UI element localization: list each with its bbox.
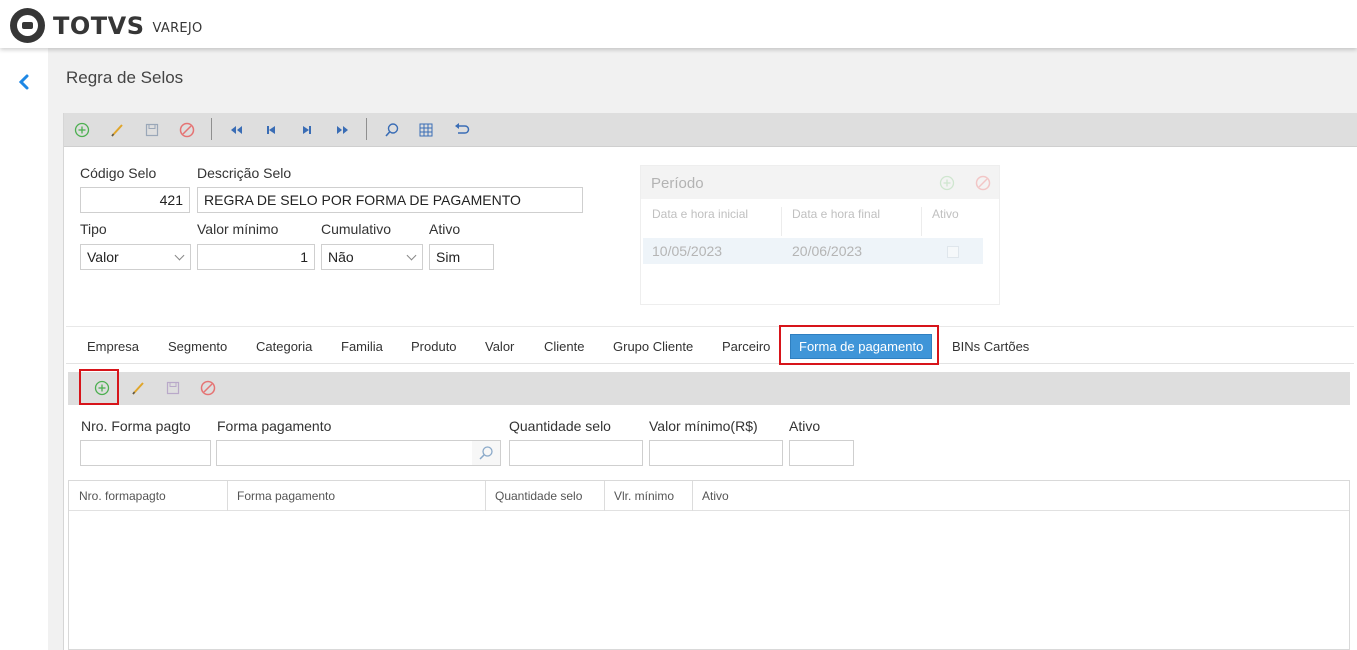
subform-ativo-field[interactable] — [789, 440, 854, 466]
tab-valor[interactable]: Valor — [485, 339, 514, 354]
ativo-label: Ativo — [429, 221, 461, 237]
column-divider — [227, 481, 228, 511]
valor-minimo-field[interactable]: 1 — [197, 244, 315, 270]
search-icon — [479, 446, 493, 460]
periodo-col-inicial: Data e hora inicial — [652, 207, 749, 221]
tab-cliente[interactable]: Cliente — [544, 339, 584, 354]
chevron-down-icon — [406, 250, 417, 261]
main-toolbar — [64, 113, 1357, 147]
cumulativo-label: Cumulativo — [321, 221, 392, 237]
cancel-periodo-icon[interactable] — [975, 175, 991, 191]
tipo-select[interactable]: Valor — [80, 244, 191, 270]
left-nav — [0, 48, 48, 650]
previous-icon[interactable] — [261, 120, 281, 140]
grid-col-forma[interactable]: Forma pagamento — [237, 489, 335, 503]
main-panel: Código Selo 421 Descrição Selo REGRA DE … — [63, 113, 1357, 650]
undo-icon[interactable] — [452, 120, 472, 140]
product-name: VAREJO — [152, 20, 203, 36]
forma-pagamento-field[interactable] — [216, 440, 473, 466]
edit-icon[interactable] — [107, 120, 127, 140]
forma-pagamento-label: Forma pagamento — [217, 418, 332, 434]
quantidade-selo-field[interactable] — [509, 440, 643, 466]
tab-bins-cartoes[interactable]: BINs Cartões — [952, 339, 1029, 354]
totvs-logo-icon — [10, 8, 45, 43]
first-icon[interactable] — [227, 120, 247, 140]
descricao-selo-field[interactable]: REGRA DE SELO POR FORMA DE PAGAMENTO — [197, 187, 583, 213]
codigo-selo-label: Código Selo — [80, 165, 157, 181]
periodo-final-value: 20/06/2023 — [792, 243, 863, 259]
periodo-panel: Período Data e hora inicial Data e hora … — [640, 165, 1000, 305]
tab-empresa[interactable]: Empresa — [87, 339, 139, 354]
column-divider — [692, 481, 693, 511]
grid-icon[interactable] — [416, 120, 436, 140]
save-icon[interactable] — [163, 378, 183, 398]
brand-name: TOTVS — [53, 11, 145, 40]
column-divider — [781, 207, 782, 236]
grid-col-quantidade[interactable]: Quantidade selo — [495, 489, 582, 503]
cumulativo-select-value: Não — [328, 249, 354, 265]
tab-categoria[interactable]: Categoria — [256, 339, 312, 354]
tab-segmento[interactable]: Segmento — [168, 339, 227, 354]
page-title: Regra de Selos — [66, 68, 184, 87]
tab-produto[interactable]: Produto — [411, 339, 457, 354]
toolbar-separator — [366, 118, 367, 140]
add-icon[interactable] — [92, 378, 112, 398]
tab-grupo-cliente[interactable]: Grupo Cliente — [613, 339, 693, 354]
back-arrow-icon[interactable] — [16, 72, 32, 92]
grid-col-vlr-minimo[interactable]: Vlr. mínimo — [614, 489, 674, 503]
nro-forma-pagto-label: Nro. Forma pagto — [81, 418, 191, 434]
quantidade-selo-label: Quantidade selo — [509, 418, 611, 434]
periodo-title: Período — [651, 175, 704, 192]
search-icon[interactable] — [382, 120, 402, 140]
periodo-col-ativo: Ativo — [932, 207, 959, 221]
next-icon[interactable] — [297, 120, 317, 140]
ativo-field[interactable]: Sim — [429, 244, 494, 270]
grid-col-nro[interactable]: Nro. formapagto — [79, 489, 166, 503]
add-icon[interactable] — [72, 120, 92, 140]
periodo-header: Período — [641, 166, 999, 199]
totvs-logo[interactable]: TOTVS VAREJO — [10, 8, 203, 43]
cancel-icon[interactable] — [177, 120, 197, 140]
valor-minimo-rs-label: Valor mínimo(R$) — [649, 418, 758, 434]
tab-bar: Empresa Segmento Categoria Familia Produ… — [66, 326, 1354, 364]
valor-minimo-label: Valor mínimo — [197, 221, 279, 237]
cancel-icon[interactable] — [198, 378, 218, 398]
tab-forma-de-pagamento[interactable]: Forma de pagamento — [790, 334, 933, 359]
column-divider — [485, 481, 486, 511]
nro-forma-pagto-field[interactable] — [80, 440, 211, 466]
save-icon[interactable] — [142, 120, 162, 140]
tipo-select-value: Valor — [87, 249, 119, 265]
forma-pagamento-search-button[interactable] — [472, 440, 501, 466]
add-periodo-icon[interactable] — [939, 175, 955, 191]
forma-pagamento-grid: Nro. formapagto Forma pagamento Quantida… — [68, 480, 1350, 650]
cumulativo-select[interactable]: Não — [321, 244, 423, 270]
grid-header: Nro. formapagto Forma pagamento Quantida… — [69, 481, 1349, 511]
grid-col-ativo[interactable]: Ativo — [702, 489, 729, 503]
top-bar: TOTVS VAREJO — [0, 0, 1357, 48]
periodo-col-final: Data e hora final — [792, 207, 881, 221]
column-divider — [921, 207, 922, 236]
toolbar-separator — [211, 118, 212, 140]
chevron-down-icon — [174, 250, 185, 261]
tipo-label: Tipo — [80, 221, 107, 237]
codigo-selo-field[interactable]: 421 — [80, 187, 190, 213]
tab-familia[interactable]: Familia — [341, 339, 383, 354]
tab-parceiro[interactable]: Parceiro — [722, 339, 770, 354]
sub-toolbar — [68, 372, 1350, 405]
column-divider — [604, 481, 605, 511]
edit-icon[interactable] — [128, 378, 148, 398]
descricao-selo-label: Descrição Selo — [197, 165, 292, 181]
valor-minimo-rs-field[interactable] — [649, 440, 783, 466]
last-icon[interactable] — [332, 120, 352, 140]
periodo-inicial-value: 10/05/2023 — [652, 243, 723, 259]
subform-ativo-label: Ativo — [789, 418, 821, 434]
periodo-ativo-checkbox[interactable] — [947, 246, 959, 258]
